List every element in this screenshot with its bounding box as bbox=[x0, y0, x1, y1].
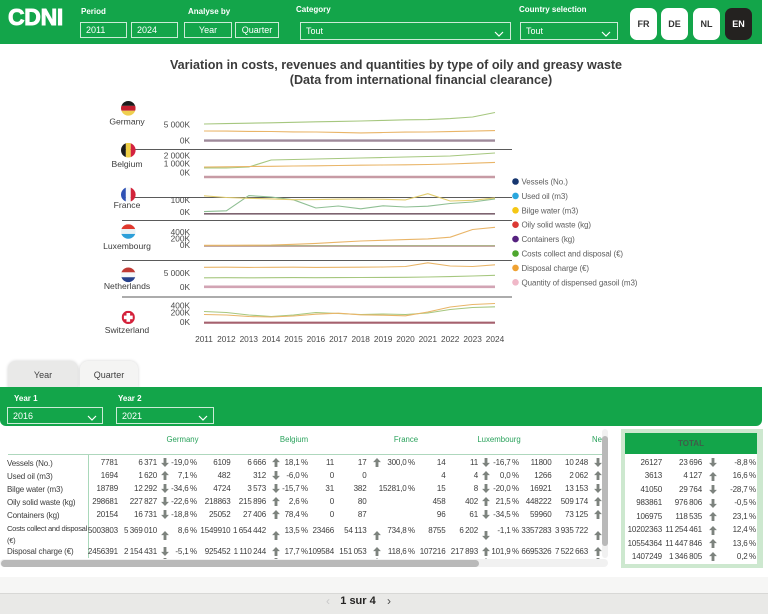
svg-text:Netherlands: Netherlands bbox=[104, 281, 150, 291]
svg-text:0K: 0K bbox=[180, 282, 191, 292]
svg-text:2019: 2019 bbox=[374, 334, 393, 344]
svg-text:2024: 2024 bbox=[486, 334, 505, 344]
svg-text:0K: 0K bbox=[180, 317, 191, 327]
svg-text:200K: 200K bbox=[171, 308, 191, 318]
svg-text:Switzerland: Switzerland bbox=[105, 325, 150, 335]
svg-text:Costs collect and disposal (€): Costs collect and disposal (€) bbox=[522, 250, 624, 259]
svg-text:France: France bbox=[114, 200, 141, 210]
svg-text:0K: 0K bbox=[180, 168, 191, 178]
svg-text:2013: 2013 bbox=[240, 334, 259, 344]
svg-text:Belgium: Belgium bbox=[111, 159, 142, 169]
svg-text:Quantity of dispensed gasoil (: Quantity of dispensed gasoil (m3) bbox=[522, 278, 638, 287]
svg-text:5 000K: 5 000K bbox=[164, 268, 191, 278]
svg-text:Containers (kg): Containers (kg) bbox=[522, 235, 576, 244]
svg-text:Luxembourg: Luxembourg bbox=[103, 241, 151, 251]
svg-text:2016: 2016 bbox=[307, 334, 326, 344]
svg-text:Used oil (m3): Used oil (m3) bbox=[522, 192, 569, 201]
svg-text:2011: 2011 bbox=[195, 334, 213, 344]
svg-text:2015: 2015 bbox=[284, 334, 303, 344]
svg-text:5 000K: 5 000K bbox=[164, 120, 191, 130]
svg-text:Disposal charge (€): Disposal charge (€) bbox=[522, 264, 590, 273]
svg-text:2014: 2014 bbox=[262, 334, 281, 344]
svg-text:2018: 2018 bbox=[351, 334, 370, 344]
svg-text:2017: 2017 bbox=[329, 334, 348, 344]
svg-text:2023: 2023 bbox=[463, 334, 482, 344]
svg-text:Vessels (No.): Vessels (No.) bbox=[522, 178, 569, 187]
svg-text:Bilge water (m3): Bilge water (m3) bbox=[522, 206, 579, 215]
svg-text:Germany: Germany bbox=[109, 117, 145, 127]
svg-text:2021: 2021 bbox=[419, 334, 438, 344]
svg-text:2020: 2020 bbox=[396, 334, 415, 344]
svg-text:2012: 2012 bbox=[217, 334, 236, 344]
svg-text:Oily solid waste (kg): Oily solid waste (kg) bbox=[522, 221, 592, 230]
svg-text:100K: 100K bbox=[171, 195, 191, 205]
svg-text:0K: 0K bbox=[180, 240, 191, 250]
svg-text:0K: 0K bbox=[180, 136, 191, 146]
svg-text:0K: 0K bbox=[180, 207, 191, 217]
svg-text:2022: 2022 bbox=[441, 334, 460, 344]
